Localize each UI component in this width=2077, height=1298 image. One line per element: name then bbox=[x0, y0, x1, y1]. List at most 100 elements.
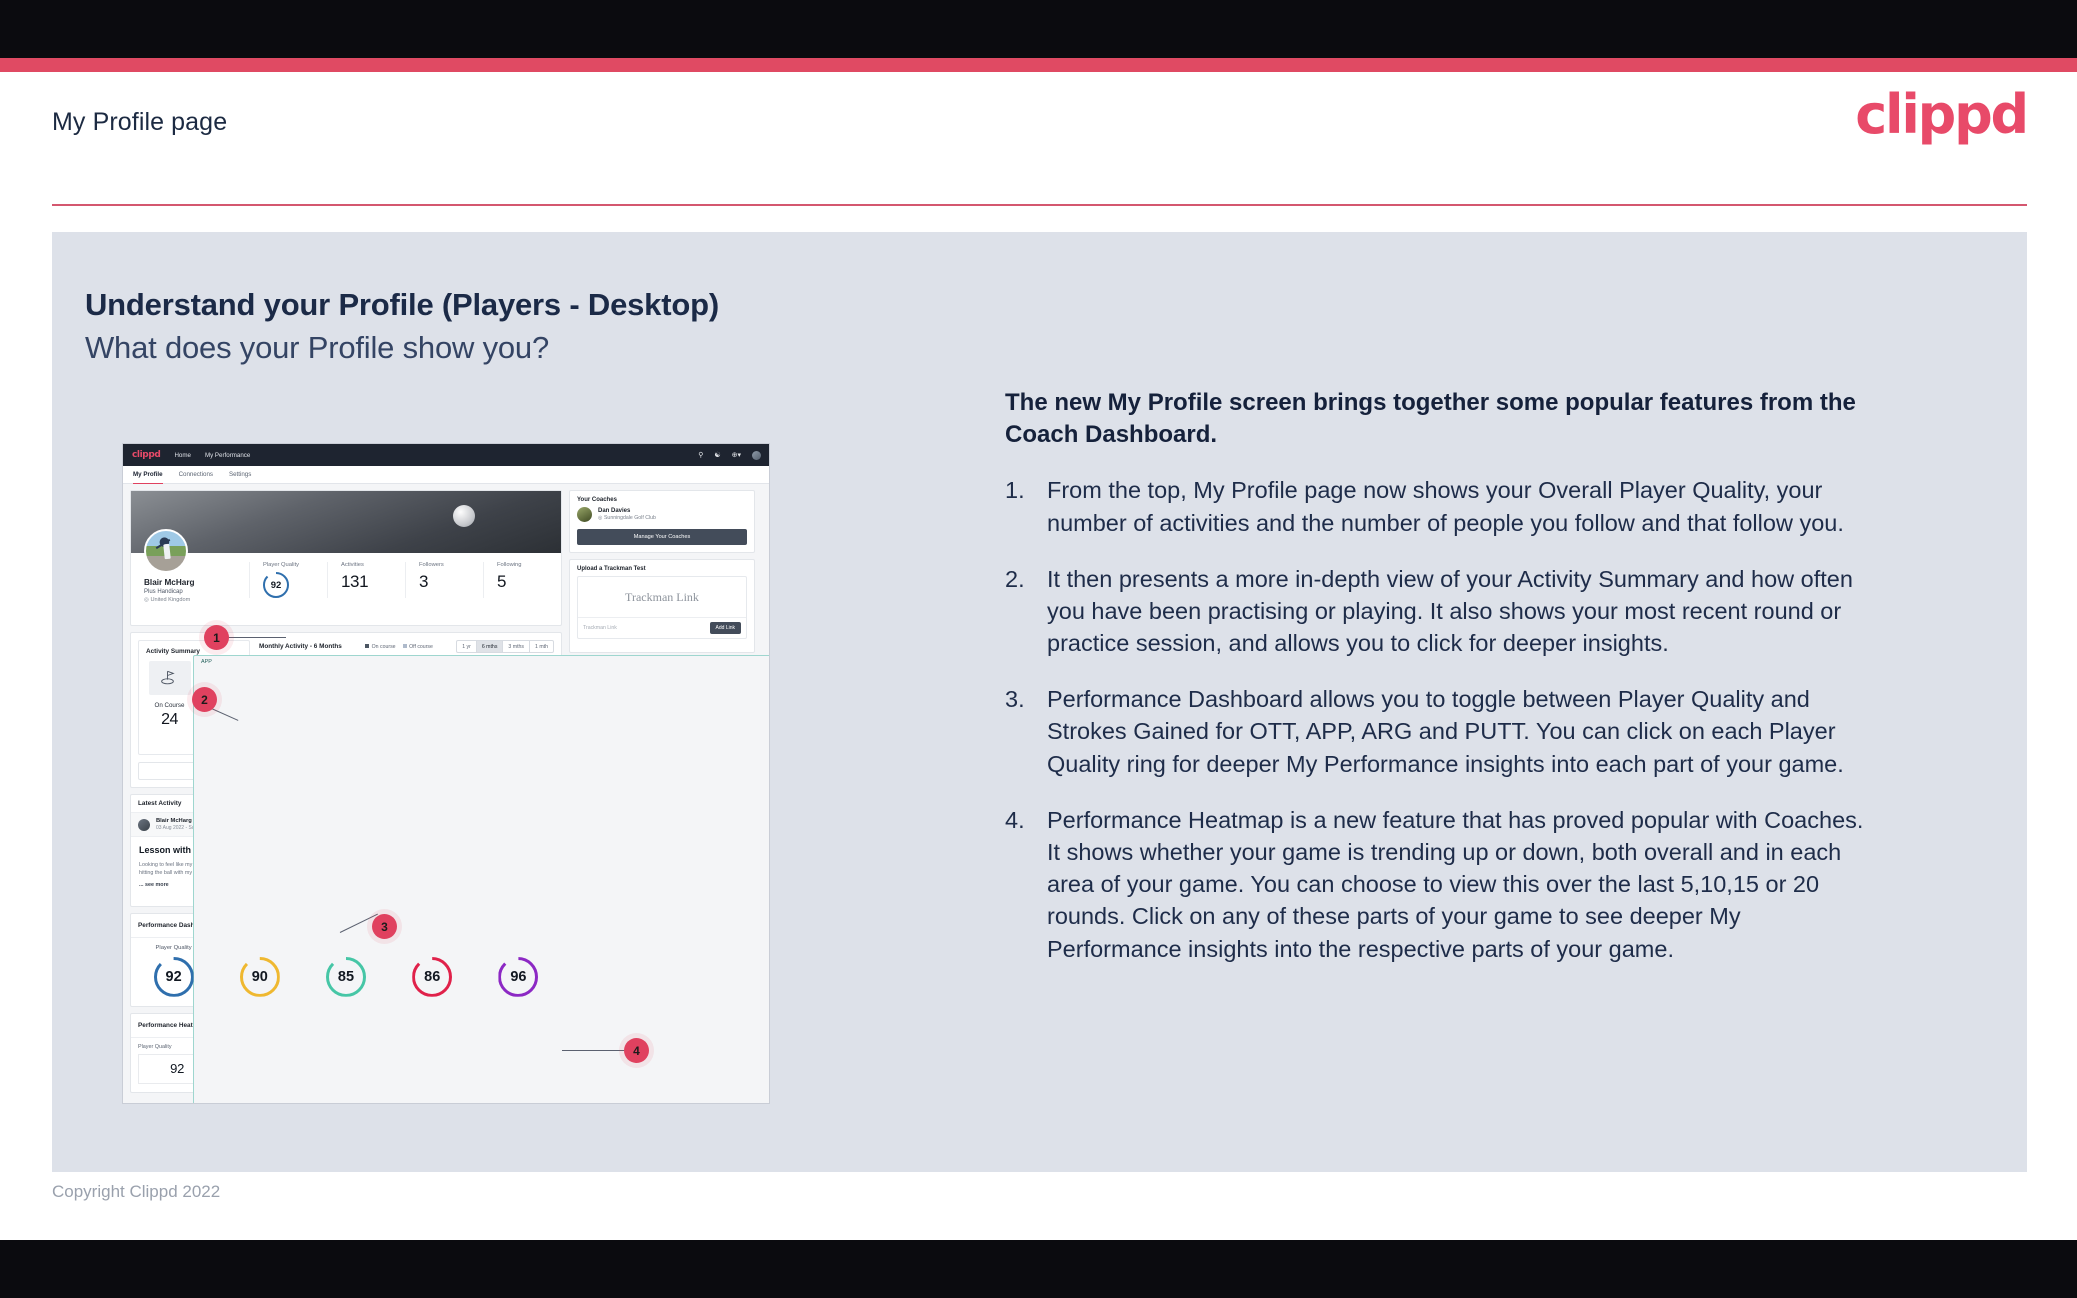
ring-value[interactable]: 96 bbox=[498, 957, 538, 997]
list-item-number: 2. bbox=[1005, 565, 1025, 592]
copyright-text: Copyright Clippd 2022 bbox=[52, 1182, 221, 1201]
slide-canvas: My Profile page clippd Understand your P… bbox=[0, 72, 2077, 1240]
navbar-actions: ⚲ ☯ ⊕▾ bbox=[698, 450, 761, 460]
stat-player-quality[interactable]: Player Quality 92 bbox=[249, 562, 327, 598]
latest-activity-card: Latest Activity Blair McHarg 03 Aug 2022… bbox=[130, 655, 769, 1103]
people-icon[interactable]: ☯ bbox=[714, 452, 720, 459]
content-panel: Understand your Profile (Players - Deskt… bbox=[52, 232, 2027, 1172]
chip-app: APP bbox=[193, 655, 769, 1103]
app-main-column: ✎ Blair McHarg Plus Handicap ◎ United Ki… bbox=[130, 490, 769, 1103]
author-name: Blair McHarg bbox=[156, 818, 192, 824]
coach-club: ◎ Sunningdale Golf Club bbox=[598, 515, 656, 522]
stat-followers: Followers 3 bbox=[405, 562, 483, 598]
stat-label: Following bbox=[497, 562, 522, 568]
legend-on-course: On course bbox=[365, 643, 396, 650]
manage-coaches-button[interactable]: Manage Your Coaches bbox=[577, 529, 747, 545]
app-screenshot: clippd Home My Performance ⚲ ☯ ⊕▾ My Pro… bbox=[122, 443, 770, 1104]
profile-cover-image bbox=[131, 491, 561, 553]
explanation-lead: The new My Profile screen brings togethe… bbox=[1005, 389, 1856, 448]
chart-title: Monthly Activity - 6 Months bbox=[259, 643, 342, 650]
profile-name: Blair McHarg bbox=[144, 578, 195, 587]
add-circle-icon[interactable]: ⊕▾ bbox=[732, 452, 741, 459]
explanation-column: The new My Profile screen brings togethe… bbox=[1005, 387, 1870, 989]
search-icon[interactable]: ⚲ bbox=[698, 452, 703, 459]
callout-4: 4 bbox=[624, 1038, 649, 1063]
tab-my-profile[interactable]: My Profile bbox=[133, 466, 163, 484]
trackman-link-input[interactable]: Trackman Link bbox=[583, 625, 617, 631]
trackman-card: Upload a Trackman Test Trackman Link Tra… bbox=[569, 559, 755, 653]
list-item: 3. Performance Dashboard allows you to t… bbox=[1005, 683, 1870, 780]
tab-connections[interactable]: Connections bbox=[179, 466, 213, 484]
app-logo: clippd bbox=[132, 450, 161, 460]
ring-value[interactable]: 85 bbox=[326, 957, 366, 997]
legend-off-course: Off course bbox=[402, 643, 433, 650]
list-item-text: It then presents a more in-depth view of… bbox=[1047, 565, 1853, 657]
trackman-brand: Trackman Link bbox=[625, 589, 699, 604]
list-item-text: Performance Heatmap is a new feature tha… bbox=[1047, 806, 1864, 962]
top-black-band bbox=[0, 0, 2077, 58]
stat-activities: Activities 131 bbox=[327, 562, 405, 598]
coach-avatar bbox=[577, 507, 592, 522]
app-body: ✎ Blair McHarg Plus Handicap ◎ United Ki… bbox=[123, 484, 769, 1103]
slide-header: My Profile page bbox=[52, 108, 2027, 137]
author-avatar bbox=[138, 818, 150, 831]
nav-link-home[interactable]: Home bbox=[174, 452, 191, 459]
tab-settings[interactable]: Settings bbox=[229, 466, 251, 484]
activity-summary-title: Activity Summary bbox=[146, 648, 200, 655]
header-divider bbox=[52, 204, 2027, 206]
nav-link-my-performance[interactable]: My Performance bbox=[205, 452, 250, 459]
stat-label: Player Quality bbox=[263, 562, 300, 568]
profile-identity: ✎ Blair McHarg Plus Handicap ◎ United Ki… bbox=[131, 529, 249, 603]
stat-value: 131 bbox=[341, 572, 369, 591]
range-1yr[interactable]: 1 yr bbox=[457, 641, 477, 652]
add-link-button[interactable]: Add Link bbox=[709, 622, 741, 634]
page-title: My Profile page bbox=[52, 108, 228, 136]
chart-header: Monthly Activity - 6 Months On course Of… bbox=[259, 640, 554, 653]
list-item-text: From the top, My Profile page now shows … bbox=[1047, 477, 1844, 536]
on-course-icon bbox=[148, 661, 191, 695]
app-tabs: My Profile Connections Settings bbox=[123, 466, 769, 484]
profile-card: ✎ Blair McHarg Plus Handicap ◎ United Ki… bbox=[130, 490, 562, 626]
stat-label: Followers bbox=[419, 562, 444, 568]
slide-subheading: What does your Profile show you? bbox=[85, 330, 550, 365]
profile-location: ◎ United Kingdom bbox=[144, 597, 191, 603]
coach-entry: Dan Davies ◎ Sunningdale Golf Club bbox=[577, 507, 747, 522]
profile-handicap: Plus Handicap bbox=[144, 589, 183, 595]
clippd-logo: clippd bbox=[1855, 83, 2029, 146]
profile-summary: ✎ Blair McHarg Plus Handicap ◎ United Ki… bbox=[131, 529, 561, 625]
range-1mth[interactable]: 1 mth bbox=[530, 641, 553, 652]
callout-leader-1 bbox=[224, 637, 286, 638]
your-coaches-title: Your Coaches bbox=[577, 497, 617, 503]
ring-value[interactable]: 90 bbox=[240, 957, 280, 997]
range-6mths[interactable]: 6 mths bbox=[476, 641, 504, 652]
player-quality-ring[interactable]: 92 bbox=[263, 572, 289, 598]
callout-3: 3 bbox=[372, 914, 397, 939]
top-accent-band bbox=[0, 58, 2077, 72]
trackman-title: Upload a Trackman Test bbox=[577, 566, 646, 572]
list-item-number: 1. bbox=[1005, 477, 1025, 504]
your-coaches-card: Your Coaches Dan Davies ◎ Sunningdale Go… bbox=[569, 490, 755, 553]
profile-stats: Player Quality 92 Activities 131 Followe… bbox=[249, 553, 561, 598]
range-selector[interactable]: 1 yr 6 mths 3 mths 1 mth bbox=[456, 640, 554, 653]
ring-label: Player Quality bbox=[155, 944, 192, 951]
callout-1: 1 bbox=[204, 625, 229, 650]
range-3mths[interactable]: 3 mths bbox=[503, 641, 530, 652]
list-item: 2. It then presents a more in-depth view… bbox=[1005, 563, 1870, 660]
list-item: 4. Performance Heatmap is a new feature … bbox=[1005, 804, 1870, 965]
avatar: ✎ bbox=[144, 529, 188, 573]
slide-heading: Understand your Profile (Players - Deskt… bbox=[85, 287, 719, 322]
trackman-input-row: Trackman Link Add Link bbox=[578, 617, 746, 638]
ring-value[interactable]: 92 bbox=[154, 957, 194, 997]
bottom-black-band bbox=[0, 1240, 2077, 1298]
on-course-label: On Course bbox=[154, 702, 185, 709]
app-navbar: clippd Home My Performance ⚲ ☯ ⊕▾ bbox=[123, 444, 769, 466]
heatmap-value: 92 bbox=[170, 1061, 185, 1077]
your-coaches-body: Dan Davies ◎ Sunningdale Golf Club Manag… bbox=[570, 507, 754, 552]
ring-value[interactable]: 86 bbox=[412, 957, 452, 997]
avatar-icon[interactable] bbox=[752, 450, 761, 460]
list-item-number: 4. bbox=[1005, 806, 1025, 833]
coach-name: Dan Davies bbox=[598, 507, 631, 514]
chart-legend: On course Off course bbox=[365, 643, 433, 650]
stat-following: Following 5 bbox=[483, 562, 561, 598]
stat-value: 3 bbox=[419, 572, 429, 591]
